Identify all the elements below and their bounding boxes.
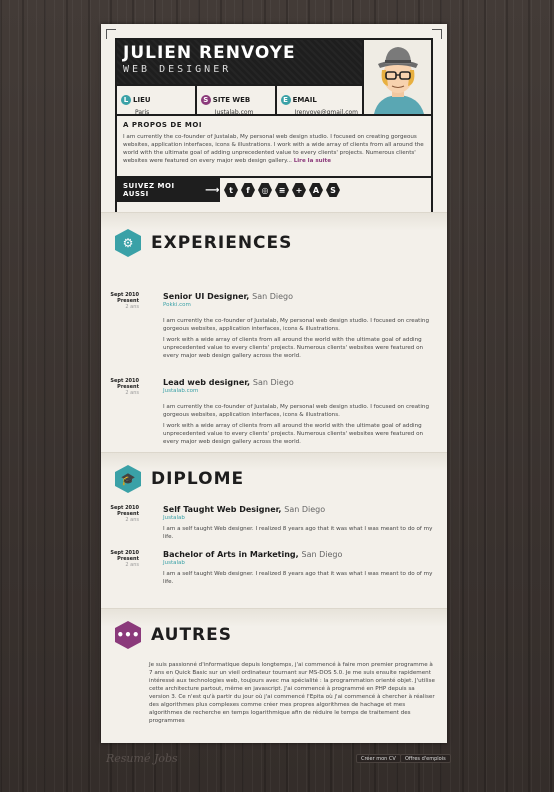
entry-date: Sept 2010 Present 2 ans: [101, 505, 139, 523]
entry-body: Lead web designer, San Diego Justalab.co…: [163, 378, 433, 446]
info-label: Site Web: [212, 95, 251, 104]
company-link[interactable]: Pokki.com: [163, 302, 433, 308]
info-email[interactable]: E Email Jrenvoye@gmail.com: [277, 86, 362, 116]
info-location: L Lieu Paris: [117, 86, 197, 116]
duration: 2 ans: [125, 562, 139, 568]
job-title: Lead web designer: [163, 378, 248, 387]
about-title: A propos de moi: [123, 121, 202, 129]
info-row: L Lieu Paris S Site Web Justalab.com E Emai…: [117, 84, 362, 116]
degree-title: Bachelor of Arts in Marketing: [163, 550, 296, 559]
person-name: Julien Renvoye: [123, 43, 296, 63]
section-title: Experiences: [151, 233, 293, 253]
arrow-right-icon: ⟶: [205, 184, 220, 196]
create-cv-button[interactable]: Créer mon CV: [356, 754, 401, 763]
info-label: Email: [292, 95, 317, 104]
entry-body: Bachelor of Arts in Marketing, San Diego…: [163, 550, 433, 586]
section-title: Diplome: [151, 469, 245, 489]
entry-paragraph: I am currently the co-founder of Justala…: [163, 404, 430, 418]
info-website[interactable]: S Site Web Justalab.com: [197, 86, 277, 116]
diplome-header: 🎓 Diplome: [115, 465, 244, 493]
autres-header: ••• Autres: [115, 621, 232, 649]
section-title: Autres: [151, 625, 232, 645]
gear-head-icon: ⚙: [115, 229, 141, 257]
entry-paragraph: I work with a wide array of clients from…: [163, 337, 424, 359]
job-offers-button[interactable]: Offres d'emplois: [400, 754, 451, 763]
name-banner: Julien Renvoye Web Designer: [117, 40, 362, 84]
entry-body: Self Taught Web Designer, San Diego Just…: [163, 505, 433, 541]
social-links: t f ◎ ≡ + A S: [220, 183, 340, 197]
footer-logo[interactable]: Resumé Jobs: [106, 752, 178, 765]
school-link[interactable]: Justalab: [163, 515, 433, 521]
email-icon: E: [280, 94, 291, 105]
job-title: Senior UI Designer: [163, 292, 247, 301]
skype-icon[interactable]: S: [326, 183, 340, 197]
duration: 2 ans: [125, 304, 139, 310]
twitter-icon[interactable]: t: [224, 183, 238, 197]
avatar-illustration: [374, 47, 424, 114]
job-location: San Diego: [252, 292, 293, 301]
degree-location: San Diego: [284, 505, 326, 514]
follow-text: Suivez moi aussi: [123, 182, 175, 198]
entry-paragraph: I am a self taught Web designer. I reali…: [163, 571, 433, 585]
about-text: I am currently the co-founder of Justala…: [123, 133, 425, 165]
person-role: Web Designer: [123, 64, 232, 75]
entry-date: Sept 2010 Present 2 ans: [101, 550, 139, 568]
about-body: I am currently the co-founder of Justala…: [123, 134, 424, 164]
entry-title: Bachelor of Arts in Marketing, San Diego: [163, 550, 343, 559]
avatar: [362, 40, 431, 114]
entry-paragraph: I am a self taught Web designer. I reali…: [163, 526, 433, 540]
about-section: A propos de moi I am currently the co-fo…: [117, 114, 431, 176]
resume-paper: Julien Renvoye Web Designer L Lieu: [101, 24, 447, 743]
entry-paragraph: I work with a wide array of clients from…: [163, 423, 424, 445]
degree-location: San Diego: [301, 550, 343, 559]
experiences-section: ⚙ Experiences Sept 2010 Present 2 ans Seni…: [101, 212, 447, 452]
entry-title: Self Taught Web Designer, San Diego: [163, 505, 326, 514]
app-icon[interactable]: A: [309, 183, 323, 197]
experiences-header: ⚙ Experiences: [115, 229, 292, 257]
entry-body: Senior UI Designer, San Diego Pokki.com …: [163, 292, 433, 360]
degree-title: Self Taught Web Designer: [163, 505, 279, 514]
entry-date: Sept 2010 Present 2 ans: [101, 292, 139, 310]
more-dots-icon: •••: [115, 621, 141, 649]
facebook-icon[interactable]: f: [241, 183, 255, 197]
follow-bar: Suivez moi aussi ⟶ t f ◎ ≡ + A S: [117, 176, 431, 202]
corner-mark: [432, 29, 442, 39]
duration: 2 ans: [125, 517, 139, 523]
entry-paragraph: I am currently the co-founder of Justala…: [163, 318, 430, 332]
info-label: Lieu: [133, 95, 151, 104]
location-icon: L: [121, 94, 131, 105]
forrst-icon[interactable]: ≡: [275, 183, 289, 197]
graduation-cap-icon: 🎓: [115, 465, 141, 493]
web-icon: S: [200, 94, 211, 105]
company-link[interactable]: Justalab.com: [163, 388, 433, 394]
dribbble-icon[interactable]: ◎: [258, 183, 272, 197]
duration: 2 ans: [125, 390, 139, 396]
googleplus-icon[interactable]: +: [292, 183, 306, 197]
diplome-section: 🎓 Diplome Sept 2010 Present 2 ans Self Tau…: [101, 452, 447, 608]
entry-title: Lead web designer, San Diego: [163, 378, 294, 387]
autres-text: Je suis passionné d'informatique depuis …: [149, 662, 435, 724]
job-location: San Diego: [252, 378, 294, 387]
school-link[interactable]: Justalab: [163, 560, 433, 566]
entry-date: Sept 2010 Present 2 ans: [101, 378, 139, 396]
read-more-link[interactable]: Lire la suite: [294, 158, 331, 164]
autres-section: ••• Autres Je suis passionné d'informati…: [101, 608, 447, 743]
follow-label: Suivez moi aussi ⟶: [117, 178, 220, 202]
entry-title: Senior UI Designer, San Diego: [163, 292, 293, 301]
header-card: Julien Renvoye Web Designer L Lieu: [115, 38, 433, 222]
